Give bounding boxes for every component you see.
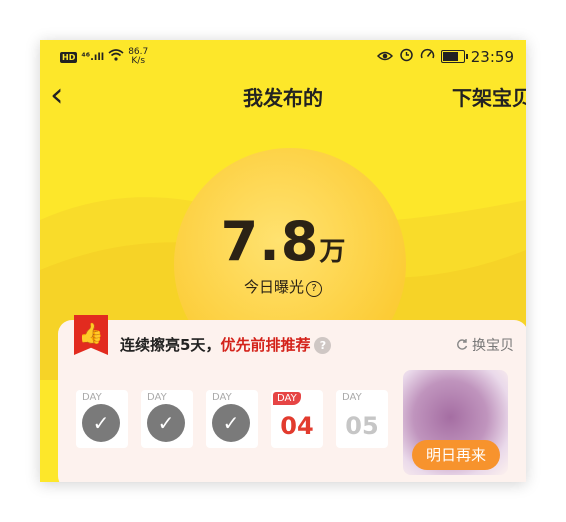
streak-card: 👍 连续擦亮5天，优先前排推荐? 换宝贝 DAY ✓ DAY ✓ DAY ✓ D… [58, 315, 526, 482]
streak-text-highlight: 优先前排推荐 [220, 336, 311, 354]
status-bar: HD ⁴⁶.ıll 86.7 K/s 23:59 [40, 40, 526, 72]
exposure-count: 7.8万 [40, 210, 526, 273]
exposure-unit: 万 [319, 237, 346, 267]
exposure-label: 今日曝光? [40, 276, 526, 297]
day-tag: DAY [342, 392, 362, 403]
day-card-2: DAY ✓ [141, 390, 193, 448]
day-card-3: DAY ✓ [206, 390, 258, 448]
day-card-4: DAY 04 [271, 390, 323, 448]
wifi-icon [108, 49, 124, 65]
speedometer-icon [420, 47, 435, 66]
day-number: 04 [280, 412, 314, 440]
swap-item-label: 换宝贝 [472, 338, 514, 354]
status-time: 23:59 [470, 47, 514, 66]
day-card-5: DAY 05 [336, 390, 388, 448]
alarm-icon [399, 47, 414, 66]
exposure-label-text: 今日曝光 [243, 278, 304, 296]
check-icon: ✓ [82, 404, 120, 442]
streak-help-icon[interactable]: ? [314, 337, 332, 354]
navigation-bar: ‹ 我发布的 下架宝贝 [40, 76, 526, 116]
day-tag: DAY [212, 392, 232, 403]
exposure-help-icon[interactable]: ? [306, 281, 322, 297]
speed-unit: K/s [131, 56, 146, 66]
day-tag: DAY [82, 392, 102, 403]
streak-text-prefix: 连续擦亮5天， [120, 336, 221, 354]
come-back-tomorrow-button[interactable]: 明日再来 [412, 440, 500, 470]
hd-icon: HD [60, 51, 78, 63]
day-number: 05 [345, 412, 379, 440]
thumbs-up-icon: 👍 [74, 315, 108, 355]
swap-item-button[interactable]: 换宝贝 [456, 335, 514, 355]
check-icon: ✓ [212, 404, 250, 442]
signal-icon: ⁴⁶.ıll [81, 51, 105, 63]
status-left: HD ⁴⁶.ıll 86.7 K/s [60, 48, 148, 66]
eye-icon [376, 48, 393, 66]
exposure-value: 7.8 [220, 210, 320, 273]
day-tag: DAY [147, 392, 167, 403]
status-right: 23:59 [376, 47, 514, 66]
streak-days: DAY ✓ DAY ✓ DAY ✓ DAY 04 DAY 05 [76, 390, 388, 448]
day-tag: DAY [273, 392, 301, 405]
network-speed: 86.7 K/s [128, 48, 148, 66]
phone-screen: HD ⁴⁶.ıll 86.7 K/s 23:59 ‹ 我发布的 下架宝贝 7.8… [40, 40, 526, 482]
day-card-1: DAY ✓ [76, 390, 128, 448]
delist-items-button[interactable]: 下架宝贝 [452, 82, 526, 111]
streak-message: 连续擦亮5天，优先前排推荐? [120, 334, 332, 355]
check-icon: ✓ [147, 404, 185, 442]
refresh-icon [456, 339, 467, 350]
battery-icon [440, 50, 468, 63]
